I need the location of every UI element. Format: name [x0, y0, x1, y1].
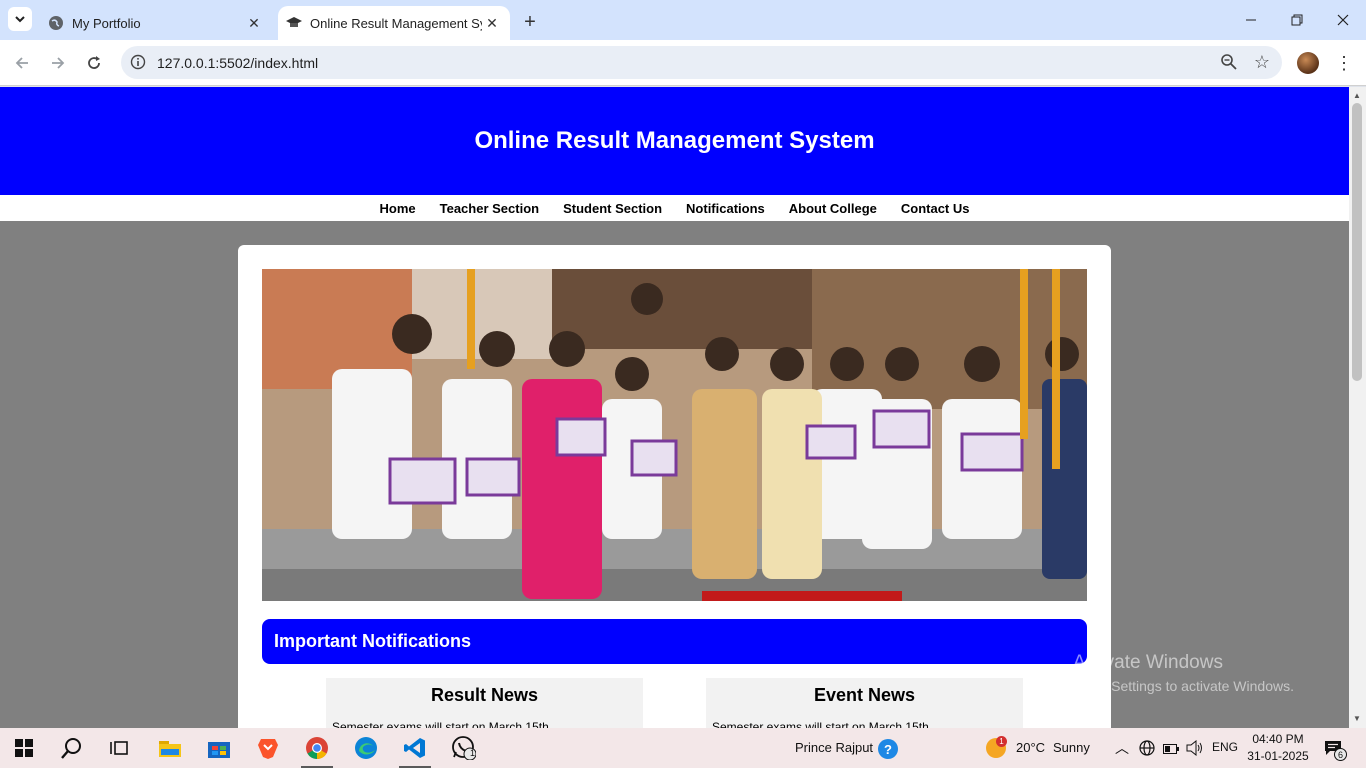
search-button[interactable] — [52, 732, 92, 764]
restore-button[interactable] — [1274, 0, 1320, 40]
help-icon[interactable]: ? — [878, 739, 898, 759]
restore-icon — [1291, 14, 1303, 26]
microsoft-store-button[interactable] — [199, 732, 239, 764]
edge-button[interactable] — [346, 732, 386, 764]
volume-icon[interactable] — [1186, 739, 1204, 761]
site-header: Online Result Management System — [0, 87, 1349, 195]
battery-icon[interactable] — [1163, 742, 1179, 760]
result-news-box: Result News Semester exams will start on… — [326, 678, 643, 728]
close-icon — [1337, 14, 1349, 26]
globe-icon — [48, 15, 64, 31]
close-tab-icon[interactable]: ✕ — [244, 13, 264, 33]
chrome-icon — [306, 737, 328, 759]
address-bar[interactable]: 127.0.0.1:5502/index.html ☆ — [121, 46, 1282, 79]
brave-browser-button[interactable] — [248, 732, 288, 764]
close-window-button[interactable] — [1320, 0, 1366, 40]
whatsapp-badge: 1 — [470, 748, 476, 758]
graduation-cap-icon — [286, 15, 302, 31]
tab-strip: My Portfolio ✕ Online Result Management … — [0, 0, 1366, 40]
reload-button[interactable] — [82, 51, 106, 75]
back-button[interactable] — [10, 51, 34, 75]
college-group-photo — [262, 269, 1087, 601]
taskbar-username[interactable]: Prince Rajput — [795, 740, 873, 755]
nav-contact-us[interactable]: Contact Us — [901, 201, 970, 216]
tab-title: My Portfolio — [72, 15, 141, 31]
nav-home[interactable]: Home — [379, 201, 415, 216]
windows-taskbar: 1 Prince Rajput ? 1 20°C Sunny ︿ ENG 04:… — [0, 728, 1366, 768]
notification-count-badge: 6 — [1334, 748, 1347, 761]
close-tab-icon[interactable]: ✕ — [482, 13, 502, 33]
language-indicator[interactable]: ENG — [1212, 740, 1238, 754]
whatsapp-button[interactable]: 1 — [444, 732, 484, 764]
scroll-down-icon[interactable]: ▼ — [1353, 714, 1361, 723]
scroll-up-icon[interactable]: ▲ — [1353, 91, 1361, 100]
weather-condition[interactable]: Sunny — [1053, 740, 1090, 755]
nav-student-section[interactable]: Student Section — [563, 201, 662, 216]
page-scrollbar[interactable]: ▲ ▼ — [1349, 87, 1366, 728]
event-news-text: Semester exams will start on March 15th — [712, 720, 929, 728]
minimize-button[interactable] — [1228, 0, 1274, 40]
folder-icon — [159, 741, 181, 757]
result-news-heading: Result News — [430, 685, 539, 705]
nav-teacher-section[interactable]: Teacher Section — [440, 201, 539, 216]
tab-title: Online Result Management Syst — [310, 15, 482, 31]
forward-button[interactable] — [46, 51, 70, 75]
task-view-button[interactable] — [100, 732, 140, 764]
start-button[interactable] — [4, 732, 44, 764]
store-icon — [208, 742, 230, 758]
profile-avatar[interactable] — [1297, 52, 1319, 74]
site-nav: Home Teacher Section Student Section Not… — [0, 195, 1349, 221]
zoom-icon[interactable] — [1220, 53, 1238, 76]
watermark-title: Activate Windows — [1073, 652, 1223, 673]
network-globe-icon[interactable] — [1139, 740, 1155, 761]
event-news-box: Event News Semester exams will start on … — [706, 678, 1023, 728]
activate-windows-watermark: Activate Windows Go to Settings to activ… — [1073, 652, 1294, 694]
minimize-icon — [1246, 19, 1256, 21]
tab-online-result[interactable]: Online Result Management Syst ✕ — [278, 6, 510, 40]
bookmark-star-icon[interactable]: ☆ — [1254, 52, 1270, 73]
site-info-icon[interactable] — [129, 53, 147, 71]
clock-date: 31-01-2025 — [1247, 749, 1309, 763]
result-news-text: Semester exams will start on March 15th — [332, 720, 549, 728]
windows-logo-icon — [15, 739, 33, 757]
important-notifications-banner: Important Notifications — [262, 619, 1087, 664]
browser-toolbar: 127.0.0.1:5502/index.html ☆ — [0, 40, 1366, 86]
new-tab-button[interactable]: + — [518, 10, 542, 34]
back-arrow-icon — [15, 57, 28, 69]
weather-badge: 1 — [996, 736, 1007, 747]
vscode-button[interactable] — [395, 732, 435, 768]
tab-my-portfolio[interactable]: My Portfolio ✕ — [40, 6, 272, 40]
weather-temp[interactable]: 20°C — [1016, 740, 1045, 755]
url-text: 127.0.0.1:5502/index.html — [157, 55, 319, 71]
tab-search-button[interactable] — [8, 7, 32, 31]
edge-icon — [355, 737, 377, 759]
watermark-subtitle: Go to Settings to activate Windows. — [1073, 678, 1294, 694]
clock-time: 04:40 PM — [1252, 732, 1304, 746]
scrollbar-thumb[interactable] — [1352, 103, 1362, 381]
site-title: Online Result Management System — [474, 127, 875, 154]
nav-notifications[interactable]: Notifications — [686, 201, 765, 216]
chevron-down-icon — [15, 16, 25, 23]
taskbar-clock[interactable]: 04:40 PM 31-01-2025 — [1240, 731, 1316, 765]
nav-about-college[interactable]: About College — [789, 201, 877, 216]
forward-arrow-icon — [52, 57, 65, 69]
search-icon — [61, 738, 81, 759]
reload-icon — [88, 56, 100, 69]
show-hidden-icons-icon[interactable]: ︿ — [1115, 738, 1129, 758]
chrome-button[interactable] — [297, 732, 337, 768]
file-explorer-button[interactable] — [150, 732, 190, 764]
content-card: Important Notifications Result News Seme… — [238, 245, 1111, 728]
notifications-heading: Important Notifications — [274, 631, 471, 651]
event-news-heading: Event News — [813, 685, 916, 705]
browser-menu-icon[interactable]: ⋮ — [1334, 51, 1354, 75]
vscode-icon — [404, 738, 425, 758]
page-viewport: Online Result Management System Home Tea… — [0, 87, 1349, 728]
brave-lion-icon — [258, 739, 278, 759]
task-view-icon — [110, 741, 128, 755]
